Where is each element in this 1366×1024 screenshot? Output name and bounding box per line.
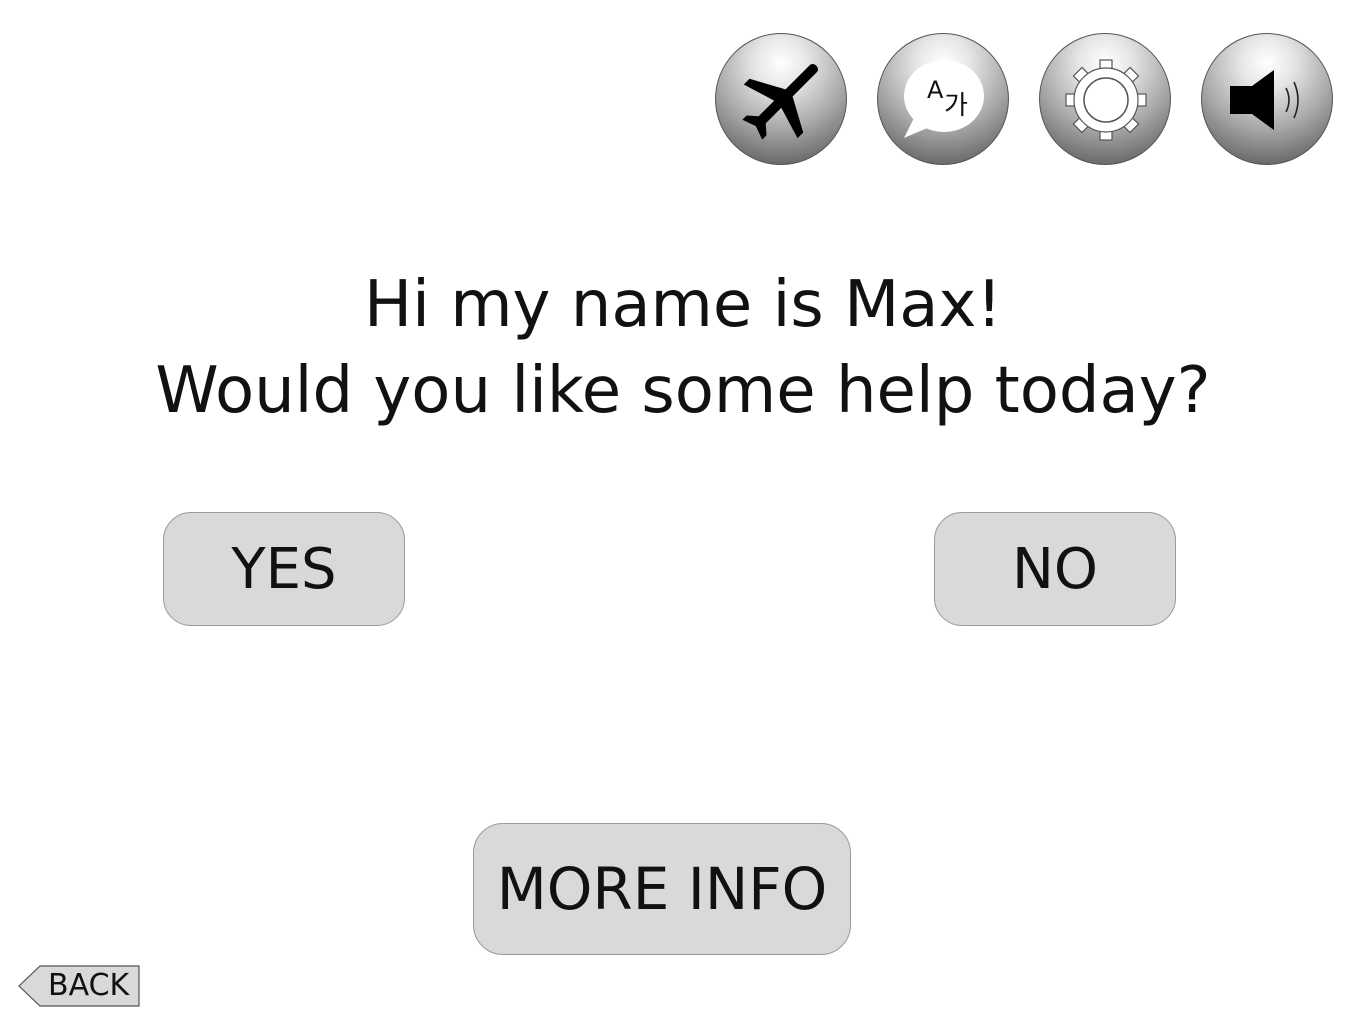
no-button-label: NO [1012,536,1098,602]
back-button-label: BACK [48,968,130,1003]
sound-button[interactable] [1201,33,1333,165]
language-button[interactable]: A 가 [877,33,1009,165]
speaker-icon [1230,70,1299,130]
more-info-button-label: MORE INFO [496,855,828,923]
no-button[interactable]: NO [934,512,1176,626]
greeting-message: Hi my name is Max! Would you like some h… [0,262,1366,434]
gear-icon [1065,59,1147,141]
language-glyph-latin: A [927,76,944,104]
airplane-button[interactable] [715,33,847,165]
more-info-button[interactable]: MORE INFO [473,823,851,955]
language-glyph-korean: 가 [944,91,968,121]
yes-button[interactable]: YES [163,512,405,626]
greeting-line-1: Hi my name is Max! [363,268,1003,342]
back-button[interactable]: BACK [18,965,140,1007]
greeting-line-2: Would you like some help today? [155,354,1211,428]
airplane-icon [742,64,818,140]
language-bubble-icon: A 가 [904,60,984,138]
settings-button[interactable] [1039,33,1171,165]
yes-button-label: YES [231,536,337,602]
